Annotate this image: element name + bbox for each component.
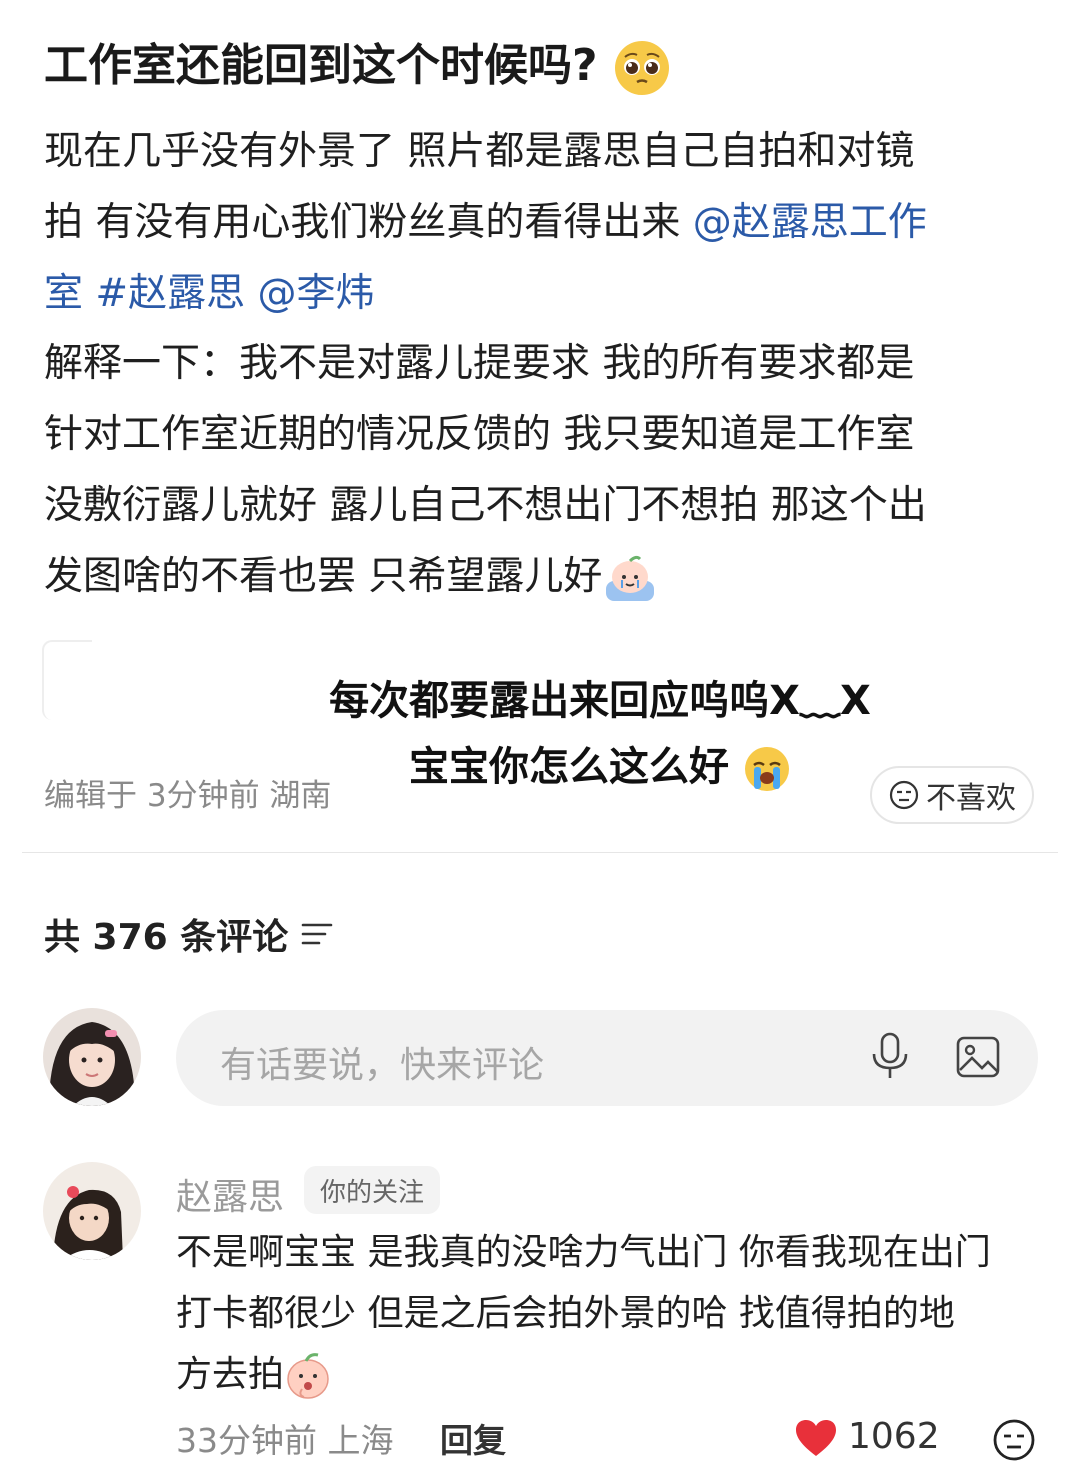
divider	[22, 852, 1058, 853]
overlay-caption-text: 宝宝你怎么这么好	[409, 744, 730, 790]
commenter-name[interactable]: 赵露思	[176, 1168, 284, 1220]
body-line: 室 #赵露思 @李炜	[44, 258, 1044, 329]
commenter-avatar[interactable]	[43, 1162, 141, 1260]
avatar-image	[43, 1008, 141, 1106]
reply-button[interactable]: 回复	[440, 1414, 506, 1462]
overlay-caption-line-1: 每次都要露出来回应呜呜X﹏X	[329, 678, 871, 724]
quote-card-edge	[42, 640, 92, 720]
post-body-paragraph-1: 现在几乎没有外景了 照片都是露思自己自拍和对镜 拍 有没有用心我们粉丝真的看得出…	[44, 116, 1044, 329]
avatar-image	[43, 1162, 141, 1260]
body-line-text: 拍 有没有用心我们粉丝真的看得出来	[44, 200, 693, 245]
comment-meta: 33分钟前 上海	[176, 1421, 394, 1460]
body-line-text: 发图啥的不看也罢 只希望露儿好	[44, 554, 603, 599]
my-avatar[interactable]	[43, 1008, 141, 1106]
dislike-face-icon[interactable]	[992, 1418, 1036, 1462]
post-body-paragraph-2: 解释一下：我不是对露儿提要求 我的所有要求都是 针对工作室近期的情况反馈的 我只…	[44, 328, 1044, 612]
crying-peach-icon	[606, 555, 655, 601]
mention-studio-link-cont[interactable]: 室	[44, 271, 83, 316]
body-line: 解释一下：我不是对露儿提要求 我的所有要求都是	[44, 341, 915, 386]
body-line: 拍 有没有用心我们粉丝真的看得出来 @赵露思工作	[44, 187, 1044, 258]
loudly-crying-face-icon	[744, 747, 789, 791]
overlay-caption-line-2: 宝宝你怎么这么好	[240, 734, 960, 793]
dislike-label: 不喜欢	[926, 781, 1016, 816]
neutral-face-icon	[889, 780, 919, 810]
microphone-icon[interactable]	[868, 1030, 912, 1082]
post-title-text: 工作室还能回到这个时候吗?	[44, 40, 598, 91]
comment-count-header: 共 376 条评论	[44, 908, 334, 960]
body-line: 针对工作室近期的情况反馈的 我只要知道是工作室	[44, 412, 915, 457]
comment-line: 不是啊宝宝 是我真的没啥力气出门 你看我现在出门	[176, 1232, 991, 1273]
post-title: 工作室还能回到这个时候吗?	[44, 30, 1044, 102]
body-line: 发图啥的不看也罢 只希望露儿好	[44, 541, 1044, 612]
dislike-button[interactable]: 不喜欢	[870, 766, 1034, 824]
comment-count-label: 共 376 条评论	[44, 917, 289, 958]
pleading-face-icon	[614, 41, 669, 95]
mention-liwei-link[interactable]: @李炜	[258, 271, 375, 316]
like-count: 1062	[848, 1416, 940, 1457]
following-badge: 你的关注	[304, 1166, 441, 1214]
mention-studio-link[interactable]: @赵露思工作	[693, 200, 927, 245]
comment-input-placeholder: 有话要说，快来评论	[220, 1045, 545, 1086]
body-line: 没敷衍露儿就好 露儿自己不想出门不想拍 那这个出	[44, 483, 927, 528]
heart-icon[interactable]	[794, 1418, 838, 1458]
image-icon[interactable]	[954, 1034, 1002, 1080]
body-line: 现在几乎没有外景了 照片都是露思自己自拍和对镜	[44, 129, 915, 174]
peach-face-icon	[287, 1353, 329, 1399]
comment-text: 不是啊宝宝 是我真的没啥力气出门 你看我现在出门 打卡都很少 但是之后会拍外景的…	[176, 1222, 1046, 1405]
comment-line-text: 方去拍	[176, 1354, 285, 1395]
comment-line: 打卡都很少 但是之后会拍外景的哈 找值得拍的地	[176, 1293, 955, 1334]
sort-icon[interactable]	[300, 920, 334, 948]
post-meta: 编辑于 3分钟前 湖南	[44, 778, 332, 814]
comment-line: 方去拍	[176, 1344, 1046, 1405]
hashtag-link[interactable]: #赵露思	[95, 271, 245, 316]
